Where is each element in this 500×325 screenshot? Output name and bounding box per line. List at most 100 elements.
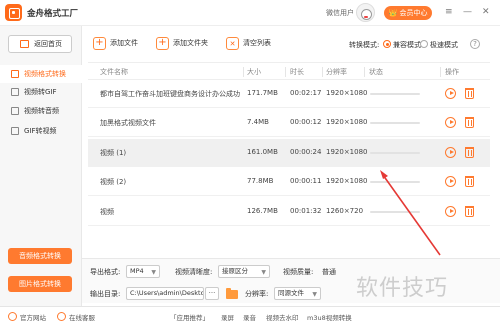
video-quality-value[interactable]: 普通 [322, 267, 336, 277]
trash-icon[interactable] [465, 206, 474, 217]
file-duration: 00:00:24 [290, 148, 322, 156]
screen-record-link[interactable]: 录屏 [221, 312, 234, 322]
file-name: 加黑格式视频文件 [100, 119, 156, 127]
file-name: 都市自驾工作奋斗加班键盘商务设计办公成功 [100, 90, 240, 98]
minimize-icon[interactable]: — [463, 6, 472, 18]
table-row[interactable]: 视频 (2) 77.8MB 00:00:11 1920×1080 [88, 168, 490, 196]
play-icon[interactable] [445, 88, 456, 99]
trash-icon[interactable] [465, 147, 474, 158]
chevron-down-icon: ▼ [261, 269, 266, 276]
back-home-label: 返回首页 [34, 40, 62, 48]
file-size: 77.8MB [247, 177, 274, 185]
column-divider [243, 67, 244, 77]
browse-button[interactable]: ··· [205, 287, 219, 300]
progress-bar [370, 152, 420, 154]
header-size: 大小 [247, 68, 261, 76]
resolution-value: 同源文件 [278, 289, 304, 297]
column-divider [364, 67, 365, 77]
video-icon [11, 70, 19, 78]
sidebar-item-video-to-gif[interactable]: 视频转GIF [0, 83, 82, 101]
file-name: 视频 (2) [100, 178, 127, 186]
file-name: 视频 [100, 208, 114, 216]
website-link[interactable]: 官方网站 [20, 312, 46, 322]
vip-center-label: 会员中心 [399, 9, 428, 17]
file-duration: 00:02:17 [290, 89, 322, 97]
table-row[interactable]: 视频 (1) 161.0MB 00:00:24 1920×1080 [88, 139, 490, 167]
sidebar-item-label: GIF转视频 [24, 127, 57, 135]
audio-icon [11, 107, 19, 115]
output-dir-field[interactable]: C:\Users\admin\Desktop\ [126, 287, 204, 300]
play-icon[interactable] [445, 176, 456, 187]
sidebar-item-video-to-audio[interactable]: 视频转音频 [0, 102, 82, 120]
header-name: 文件名称 [100, 68, 128, 76]
back-home-button[interactable]: 返回首页 [8, 35, 72, 53]
home-icon [20, 40, 29, 48]
table-header: 文件名称 大小 时长 分辨率 状态 操作 [88, 62, 490, 80]
folder-icon[interactable] [226, 288, 238, 299]
support-link[interactable]: 在线客服 [69, 312, 95, 322]
app-logo-icon [5, 4, 22, 21]
resolution-label: 分辨率: [245, 290, 269, 298]
image-convert-button[interactable]: 图片格式转换 [8, 276, 72, 292]
trash-icon[interactable] [465, 117, 474, 128]
audio-record-link[interactable]: 录音 [243, 312, 256, 322]
file-resolution: 1260×720 [326, 207, 364, 215]
audio-convert-button[interactable]: 音频格式转换 [8, 248, 72, 264]
column-divider [440, 67, 441, 77]
column-divider [322, 67, 323, 77]
status-bar: 官方网站 在线客服 「应用推荐」 录屏 录音 视频去水印 m3u8视频转换 [0, 306, 500, 325]
file-resolution: 1920×1080 [326, 118, 368, 126]
export-format-label: 导出格式: [90, 268, 121, 276]
app-recommend-label: 「应用推荐」 [170, 314, 209, 322]
progress-bar [370, 93, 420, 95]
trash-icon[interactable] [465, 176, 474, 187]
video-clarity-value: 接原区分 [222, 267, 248, 275]
add-folder-button[interactable]: 添加文件夹 [156, 35, 208, 51]
compatible-mode-label[interactable]: 兼容模式 [393, 40, 421, 50]
play-icon[interactable] [445, 117, 456, 128]
avatar[interactable] [356, 3, 375, 22]
mode-label: 转换模式: [349, 41, 380, 49]
file-resolution: 1920×1080 [326, 177, 368, 185]
table-row[interactable]: 都市自驾工作奋斗加班键盘商务设计办公成功 171.7MB 00:02:17 19… [88, 80, 490, 108]
video-quality-label: 视频质量: [283, 268, 314, 276]
user-name[interactable]: 微信用户 [326, 8, 354, 18]
export-format-select[interactable]: MP4 ▼ [126, 265, 160, 278]
app-title: 金舟格式工厂 [27, 9, 79, 19]
sidebar-item-video-convert[interactable]: 视频格式转换 [0, 65, 82, 83]
video-clarity-label: 视频清晰度: [175, 268, 213, 276]
close-icon[interactable]: ✕ [482, 6, 490, 18]
title-bar: 金舟格式工厂 微信用户 👑 会员中心 ≡ — ✕ [0, 0, 500, 26]
header-action: 操作 [445, 68, 459, 76]
help-icon[interactable]: ? [470, 39, 480, 49]
add-folder-icon [156, 35, 169, 50]
fast-mode-label[interactable]: 极速模式 [430, 40, 458, 50]
sidebar-item-gif-to-video[interactable]: GIF转视频 [0, 122, 82, 140]
table-row[interactable]: 加黑格式视频文件 7.4MB 00:00:12 1920×1080 [88, 109, 490, 137]
gif-icon [11, 88, 19, 96]
table-row[interactable]: 视频 126.7MB 00:01:32 1260×720 [88, 198, 490, 226]
chevron-down-icon: ▼ [151, 269, 156, 276]
column-divider [285, 67, 286, 77]
file-size: 171.7MB [247, 89, 278, 97]
remove-watermark-link[interactable]: 视频去水印 [266, 312, 299, 322]
m3u8-convert-link[interactable]: m3u8视频转换 [307, 312, 352, 322]
film-icon [11, 127, 19, 135]
progress-bar [370, 122, 420, 124]
website-icon [8, 312, 17, 321]
resolution-select[interactable]: 同源文件 ▼ [274, 287, 321, 300]
file-resolution: 1920×1080 [326, 148, 368, 156]
trash-icon[interactable] [465, 88, 474, 99]
clear-list-button[interactable]: 清空列表 [226, 36, 271, 52]
video-clarity-select[interactable]: 接原区分 ▼ [218, 265, 270, 278]
menu-icon[interactable]: ≡ [445, 6, 453, 18]
vip-center-button[interactable]: 👑 会员中心 [384, 6, 432, 20]
add-file-label: 添加文件 [110, 39, 138, 47]
add-file-button[interactable]: 添加文件 [93, 35, 138, 51]
output-dir-label: 输出目录: [90, 290, 121, 298]
compatible-mode-radio[interactable] [383, 40, 391, 48]
fast-mode-radio[interactable] [420, 40, 428, 48]
play-icon[interactable] [445, 206, 456, 217]
file-name: 视频 (1) [100, 149, 127, 157]
play-icon[interactable] [445, 147, 456, 158]
